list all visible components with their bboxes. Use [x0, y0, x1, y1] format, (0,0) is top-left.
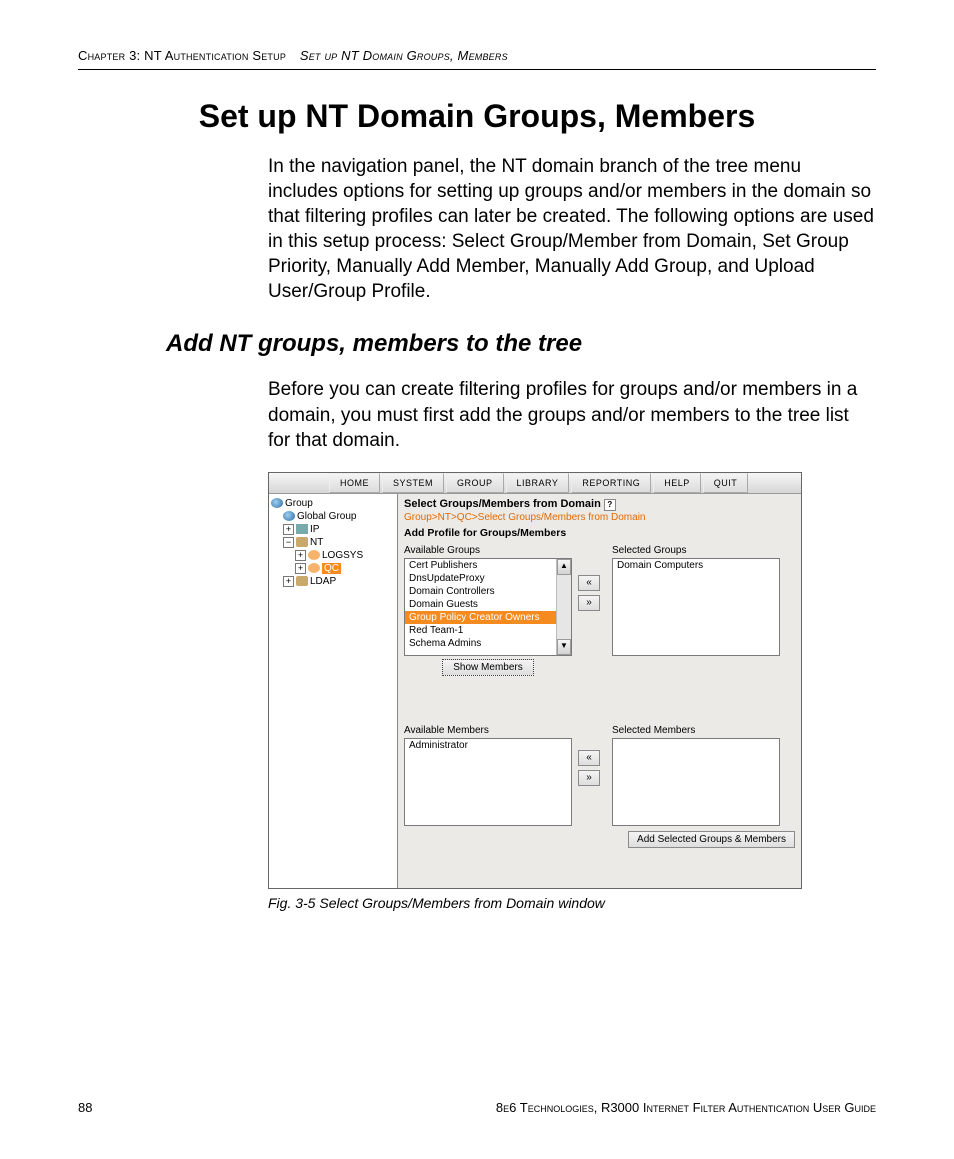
figure-caption: Fig. 3-5 Select Groups/Members from Doma…	[268, 895, 876, 911]
group-icon	[296, 537, 308, 547]
menu-system[interactable]: SYSTEM	[382, 473, 444, 493]
available-groups-label: Available Groups	[404, 545, 572, 556]
menu-reporting[interactable]: REPORTING	[571, 473, 651, 493]
scroll-down-icon[interactable]: ▼	[557, 639, 571, 655]
menu-home[interactable]: HOME	[329, 473, 380, 493]
content-panel: Select Groups/Members from Domain? Group…	[398, 494, 801, 888]
add-selected-button[interactable]: Add Selected Groups & Members	[628, 831, 795, 848]
members-dual-list: Available Members Administrator « » Sele…	[404, 725, 795, 826]
tree-global-group[interactable]: Global Group	[271, 510, 395, 523]
intro-paragraph: In the navigation panel, the NT domain b…	[268, 154, 874, 304]
list-item[interactable]: Cert Publishers	[405, 559, 571, 572]
subheading: Add NT groups, members to the tree	[166, 330, 876, 358]
app-window: HOME SYSTEM GROUP LIBRARY REPORTING HELP…	[268, 472, 802, 889]
selected-members-list[interactable]	[612, 738, 780, 826]
page-footer: 88 8e6 Technologies, R3000 Internet Filt…	[78, 1100, 876, 1115]
list-item[interactable]: Schema Admins	[405, 637, 571, 650]
scroll-up-icon[interactable]: ▲	[557, 559, 571, 575]
expand-icon[interactable]: +	[283, 524, 294, 535]
running-header: Chapter 3: NT Authentication Setup Set u…	[78, 48, 876, 70]
menu-quit[interactable]: QUIT	[703, 473, 749, 493]
page-title: Set up NT Domain Groups, Members	[78, 98, 876, 135]
selected-members-label: Selected Members	[612, 725, 780, 736]
tree-qc-label: QC	[322, 563, 341, 574]
move-left-button[interactable]: «	[578, 750, 600, 766]
section-heading: Add Profile for Groups/Members	[404, 527, 795, 539]
section-label: Set up NT Domain Groups, Members	[300, 48, 508, 63]
globe-icon	[283, 511, 295, 521]
available-members-list[interactable]: Administrator	[404, 738, 572, 826]
tree-ip[interactable]: +IP	[271, 523, 395, 536]
menubar: HOME SYSTEM GROUP LIBRARY REPORTING HELP…	[269, 473, 801, 494]
menu-group[interactable]: GROUP	[446, 473, 504, 493]
expand-icon[interactable]: +	[295, 550, 306, 561]
selected-groups-label: Selected Groups	[612, 545, 780, 556]
group-icon	[296, 576, 308, 586]
menu-help[interactable]: HELP	[653, 473, 701, 493]
list-item[interactable]: Domain Computers	[613, 559, 779, 572]
collapse-icon[interactable]: −	[283, 537, 294, 548]
breadcrumb: Group>NT>QC>Select Groups/Members from D…	[404, 512, 795, 523]
host-icon	[296, 524, 308, 534]
list-item[interactable]: Domain Guests	[405, 598, 571, 611]
book-title: 8e6 Technologies, R3000 Internet Filter …	[496, 1100, 876, 1115]
list-item[interactable]: Red Team-1	[405, 624, 571, 637]
group-mover: « »	[578, 545, 606, 641]
available-members-label: Available Members	[404, 725, 572, 736]
available-groups-list[interactable]: Cert PublishersDnsUpdateProxyDomain Cont…	[404, 558, 572, 656]
tree-qc[interactable]: + QC	[271, 562, 395, 575]
tree-nt[interactable]: −NT	[271, 536, 395, 549]
move-right-button[interactable]: »	[578, 595, 600, 611]
move-right-button[interactable]: »	[578, 770, 600, 786]
chapter-label: Chapter 3: NT Authentication Setup	[78, 48, 286, 63]
user-icon	[308, 550, 320, 560]
sub-paragraph: Before you can create filtering profiles…	[268, 377, 874, 452]
show-members-button[interactable]: Show Members	[442, 659, 533, 676]
nav-tree[interactable]: Group Global Group +IP −NT +LOGSYS + QC +…	[269, 494, 398, 888]
help-icon[interactable]: ?	[604, 499, 616, 511]
menu-library[interactable]: LIBRARY	[506, 473, 570, 493]
list-item[interactable]: DnsUpdateProxy	[405, 572, 571, 585]
user-icon	[308, 563, 320, 573]
page-number: 88	[78, 1100, 92, 1115]
list-item[interactable]: Administrator	[405, 739, 571, 752]
tree-logsys[interactable]: +LOGSYS	[271, 549, 395, 562]
scrollbar[interactable]: ▲ ▼	[556, 559, 571, 655]
panel-title: Select Groups/Members from Domain?	[404, 498, 795, 511]
selected-groups-list[interactable]: Domain Computers	[612, 558, 780, 656]
move-left-button[interactable]: «	[578, 575, 600, 591]
list-item[interactable]: Group Policy Creator Owners	[405, 611, 571, 624]
member-mover: « »	[578, 725, 606, 811]
globe-icon	[271, 498, 283, 508]
figure: HOME SYSTEM GROUP LIBRARY REPORTING HELP…	[268, 472, 876, 911]
groups-dual-list: Available Groups Cert PublishersDnsUpdat…	[404, 545, 795, 673]
expand-icon[interactable]: +	[295, 563, 306, 574]
expand-icon[interactable]: +	[283, 576, 294, 587]
list-item[interactable]: Domain Controllers	[405, 585, 571, 598]
tree-root[interactable]: Group	[271, 497, 395, 510]
tree-ldap[interactable]: +LDAP	[271, 575, 395, 588]
